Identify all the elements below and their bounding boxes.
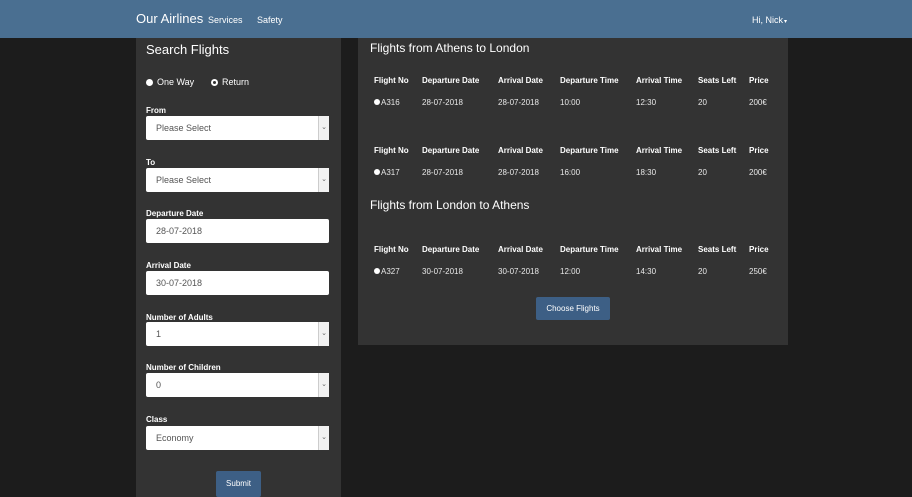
user-menu[interactable]: Hi, Nick▾ bbox=[752, 15, 787, 25]
to-select[interactable]: Please Select ⌄ bbox=[146, 168, 329, 192]
chevron-down-icon: ⌄ bbox=[318, 373, 329, 397]
class-select[interactable]: Economy ⌄ bbox=[146, 426, 329, 450]
top-navbar: Our Airlines Services Safety Hi, Nick▾ bbox=[0, 0, 912, 38]
outbound-title: Flights from Athens to London bbox=[370, 41, 530, 55]
departure-date-cell: 28-07-2018 bbox=[422, 98, 463, 107]
header-price: Price bbox=[749, 76, 769, 85]
departure-date-value: 28-07-2018 bbox=[156, 226, 203, 236]
radio-return-label: Return bbox=[222, 77, 250, 87]
header-arrival-time: Arrival Time bbox=[636, 245, 683, 254]
choose-flights-button[interactable]: Choose Flights bbox=[536, 297, 610, 320]
children-label: Number of Children bbox=[146, 363, 221, 372]
departure-date-label: Departure Date bbox=[146, 209, 204, 218]
departure-date-input[interactable]: 28-07-2018 bbox=[146, 219, 329, 243]
arrival-date-cell: 28-07-2018 bbox=[498, 168, 539, 177]
radio-checked-icon bbox=[374, 99, 380, 105]
to-label: To bbox=[146, 158, 156, 167]
departure-time-cell: 10:00 bbox=[560, 98, 581, 107]
chevron-down-icon: ⌄ bbox=[318, 116, 329, 140]
flight-number: A327 bbox=[381, 267, 400, 276]
flight-radio[interactable]: A316 bbox=[374, 98, 400, 107]
to-select-value: Please Select bbox=[156, 175, 212, 185]
header-seats-left: Seats Left bbox=[698, 245, 737, 254]
header-departure-time: Departure Time bbox=[560, 245, 619, 254]
header-price: Price bbox=[749, 245, 769, 254]
price-cell: 250€ bbox=[749, 267, 767, 276]
submit-button[interactable]: Submit bbox=[216, 471, 261, 497]
radio-unchecked-icon bbox=[211, 78, 218, 86]
departure-time-cell: 12:00 bbox=[560, 267, 581, 276]
header-seats-left: Seats Left bbox=[698, 146, 737, 155]
chevron-down-icon: ⌄ bbox=[318, 426, 329, 450]
arrival-date-cell: 30-07-2018 bbox=[498, 267, 539, 276]
chevron-down-icon: ⌄ bbox=[318, 168, 329, 192]
header-seats-left: Seats Left bbox=[698, 76, 737, 85]
arrival-time-cell: 12:30 bbox=[636, 98, 657, 107]
price-cell: 200€ bbox=[749, 98, 767, 107]
header-departure-date: Departure Date bbox=[422, 76, 480, 85]
radio-checked-icon bbox=[374, 169, 380, 175]
radio-one-way-label: One Way bbox=[157, 77, 195, 87]
adults-label: Number of Adults bbox=[146, 313, 213, 322]
header-arrival-date: Arrival Date bbox=[498, 76, 543, 85]
arrival-date-input[interactable]: 30-07-2018 bbox=[146, 271, 329, 295]
seats-left-cell: 20 bbox=[698, 267, 707, 276]
class-select-value: Economy bbox=[156, 433, 194, 443]
class-label: Class bbox=[146, 415, 168, 424]
header-flight-no: Flight No bbox=[374, 76, 409, 85]
arrival-date-label: Arrival Date bbox=[146, 261, 191, 270]
search-title: Search Flights bbox=[146, 42, 230, 57]
from-select[interactable]: Please Select ⌄ bbox=[146, 116, 329, 140]
arrival-date-cell: 28-07-2018 bbox=[498, 98, 539, 107]
radio-one-way[interactable]: One Way bbox=[146, 77, 194, 87]
arrival-time-cell: 18:30 bbox=[636, 168, 657, 177]
departure-date-cell: 30-07-2018 bbox=[422, 267, 463, 276]
brand-link[interactable]: Our Airlines bbox=[136, 11, 203, 26]
header-arrival-time: Arrival Time bbox=[636, 146, 683, 155]
header-flight-no: Flight No bbox=[374, 146, 409, 155]
children-select-value: 0 bbox=[156, 380, 162, 390]
chevron-down-icon: ⌄ bbox=[318, 322, 329, 346]
departure-time-cell: 16:00 bbox=[560, 168, 581, 177]
caret-down-icon: ▾ bbox=[784, 19, 788, 25]
header-departure-time: Departure Time bbox=[560, 76, 619, 85]
header-flight-no: Flight No bbox=[374, 245, 409, 254]
search-panel: Search Flights One Way Return From Pleas… bbox=[136, 38, 341, 497]
seats-left-cell: 20 bbox=[698, 168, 707, 177]
results-panel: Flights from Athens to London Flight No … bbox=[358, 38, 788, 345]
nav-services-link[interactable]: Services bbox=[208, 15, 243, 25]
arrival-time-cell: 14:30 bbox=[636, 267, 657, 276]
flight-radio[interactable]: A317 bbox=[374, 168, 400, 177]
nav-safety-link[interactable]: Safety bbox=[257, 15, 283, 25]
departure-date-cell: 28-07-2018 bbox=[422, 168, 463, 177]
header-departure-date: Departure Date bbox=[422, 245, 480, 254]
adults-select-value: 1 bbox=[156, 329, 162, 339]
radio-checked-icon bbox=[146, 78, 153, 86]
user-greeting: Hi, Nick bbox=[752, 15, 783, 25]
header-arrival-time: Arrival Time bbox=[636, 76, 683, 85]
header-arrival-date: Arrival Date bbox=[498, 146, 543, 155]
arrival-date-value: 30-07-2018 bbox=[156, 278, 203, 288]
return-title: Flights from London to Athens bbox=[370, 198, 530, 212]
from-select-value: Please Select bbox=[156, 123, 212, 133]
header-departure-date: Departure Date bbox=[422, 146, 480, 155]
flight-number: A316 bbox=[381, 98, 400, 107]
from-label: From bbox=[146, 106, 166, 115]
children-select[interactable]: 0 ⌄ bbox=[146, 373, 329, 397]
header-departure-time: Departure Time bbox=[560, 146, 619, 155]
radio-return[interactable]: Return bbox=[211, 77, 249, 87]
flight-radio[interactable]: A327 bbox=[374, 267, 400, 276]
flight-number: A317 bbox=[381, 168, 400, 177]
header-price: Price bbox=[749, 146, 769, 155]
header-arrival-date: Arrival Date bbox=[498, 245, 543, 254]
adults-select[interactable]: 1 ⌄ bbox=[146, 322, 329, 346]
price-cell: 200€ bbox=[749, 168, 767, 177]
seats-left-cell: 20 bbox=[698, 98, 707, 107]
radio-checked-icon bbox=[374, 268, 380, 274]
